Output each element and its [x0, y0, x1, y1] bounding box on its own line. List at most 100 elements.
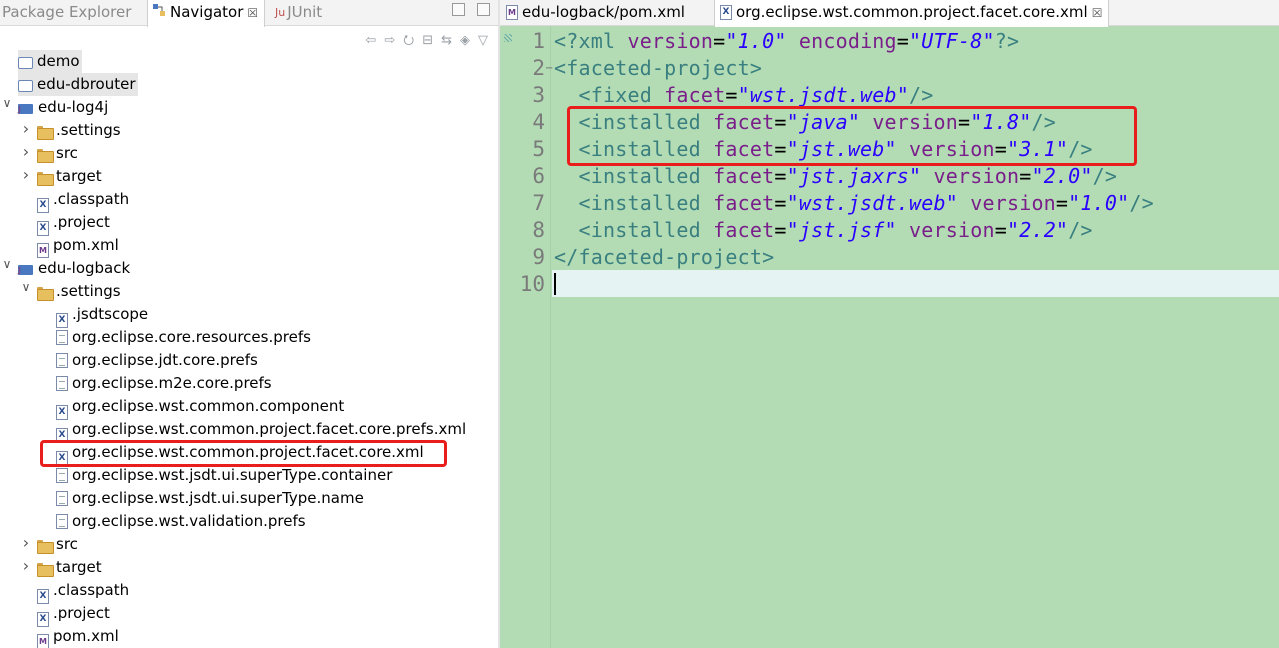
code-token: =: [1055, 191, 1069, 215]
tree-item-label: demo: [37, 52, 80, 70]
tree-item[interactable]: edu-logback: [18, 257, 130, 282]
tree-item-label: .jsdtscope: [72, 305, 149, 323]
maximize-view-icon[interactable]: [477, 3, 490, 16]
code-token: "jst.jaxrs": [786, 164, 922, 188]
filters-icon[interactable]: ◈: [460, 32, 470, 50]
maven-file-icon: M: [37, 243, 49, 258]
closed-project-icon: [18, 80, 33, 92]
tree-item[interactable]: X .project: [37, 602, 110, 627]
code-token: "wst.jsdt.web": [786, 191, 958, 215]
folder-icon: [37, 172, 54, 186]
code-token: <installed: [578, 164, 714, 188]
tree-item[interactable]: .settings: [37, 119, 121, 142]
tree-item[interactable]: Xorg.eclipse.wst.common.component: [56, 395, 345, 420]
collapsed-arrow-icon[interactable]: ›: [21, 165, 31, 188]
view-menu-icon[interactable]: ▽: [478, 32, 488, 50]
tree-item[interactable]: src: [37, 142, 78, 165]
link-with-editor-icon[interactable]: ⇆: [441, 32, 452, 50]
line-number: 4: [532, 110, 545, 134]
collapsed-arrow-icon[interactable]: ›: [21, 142, 31, 165]
code-line: <faceted-project>: [554, 55, 762, 82]
code-token: "UTF-8": [909, 29, 995, 53]
code-token: facet: [664, 83, 726, 107]
tab-package-explorer[interactable]: Package Explorer: [0, 0, 131, 26]
forward-icon[interactable]: ⇨: [384, 32, 395, 50]
tree-item[interactable]: target: [37, 165, 102, 188]
collapse-all-icon[interactable]: ⊟: [422, 32, 433, 50]
tree-item[interactable]: target: [37, 556, 102, 579]
tree-item[interactable]: org.eclipse.wst.jsdt.ui.superType.name: [56, 487, 364, 510]
line-number: 9: [532, 245, 545, 269]
code-token: />: [1129, 191, 1154, 215]
text-file-icon: [56, 376, 68, 391]
tree-item-label: .project: [53, 604, 110, 622]
tree-item[interactable]: src: [37, 533, 78, 556]
expanded-arrow-icon[interactable]: ∨: [2, 257, 12, 280]
tree-item[interactable]: org.eclipse.wst.validation.prefs: [56, 510, 306, 533]
tree-item-label: org.eclipse.wst.jsdt.ui.superType.name: [72, 489, 364, 507]
tree-item[interactable]: X .classpath: [37, 579, 129, 604]
tree-item-label: org.eclipse.core.resources.prefs: [72, 328, 311, 346]
collapsed-arrow-icon[interactable]: ›: [21, 533, 31, 556]
expanded-arrow-icon[interactable]: ∨: [2, 96, 12, 119]
maven-project-icon: [18, 98, 34, 121]
tree-item[interactable]: X .project: [37, 211, 110, 236]
collapsed-arrow-icon[interactable]: ›: [21, 119, 31, 142]
minimize-view-icon[interactable]: [452, 3, 466, 16]
code-token: </faceted-project>: [554, 245, 775, 269]
tab-junit[interactable]: Ju JUnit: [272, 0, 322, 26]
tree-item[interactable]: org.eclipse.wst.jsdt.ui.superType.contai…: [56, 464, 392, 487]
tree-item-label: .project: [53, 213, 110, 231]
text-file-icon: [56, 491, 68, 506]
tree-item[interactable]: Mpom.xml: [37, 625, 119, 648]
close-tab-icon[interactable]: ☒: [1092, 6, 1103, 20]
close-tab-icon[interactable]: ☒: [247, 6, 258, 20]
line-number: 3: [532, 83, 545, 107]
code-token: "2.2": [1006, 218, 1069, 242]
tree-item[interactable]: demo: [18, 50, 82, 73]
tree-item[interactable]: edu-log4j: [18, 96, 108, 121]
line-number: 5: [532, 137, 545, 161]
tree-item-label: pom.xml: [53, 236, 119, 254]
current-line-highlight: [552, 270, 1279, 297]
junit-icon: Ju: [275, 6, 286, 19]
editor-tab-pom[interactable]: Medu-logback/pom.xml: [506, 0, 693, 26]
tab-navigator[interactable]: Navigator ☒: [147, 0, 266, 27]
collapsed-arrow-icon[interactable]: ›: [21, 556, 31, 579]
tree-item[interactable]: org.eclipse.m2e.core.prefs: [56, 372, 272, 395]
line-number: 7: [532, 191, 545, 215]
tree-item[interactable]: org.eclipse.jdt.core.prefs: [56, 349, 258, 372]
tree-item[interactable]: Xorg.eclipse.wst.common.project.facet.co…: [56, 418, 466, 443]
code-token: />: [909, 83, 934, 107]
tab-label: edu-logback/pom.xml: [522, 3, 685, 21]
tree-item[interactable]: org.eclipse.core.resources.prefs: [56, 326, 311, 349]
editor-tab-facet-core-xml[interactable]: Xorg.eclipse.wst.common.project.facet.co…: [714, 0, 1110, 27]
code-token: =: [774, 218, 787, 242]
tree-item[interactable]: X .classpath: [37, 188, 129, 213]
tree-item[interactable]: X .jsdtscope: [56, 303, 149, 328]
back-icon[interactable]: ⇦: [365, 32, 376, 50]
tree-item[interactable]: .settings: [37, 280, 121, 303]
code-token: version: [933, 164, 1020, 188]
code-token: <fixed: [578, 83, 665, 107]
code-token: encoding: [798, 29, 897, 53]
code-token: =: [994, 218, 1007, 242]
line-number: 1: [532, 29, 545, 53]
tree-item[interactable]: edu-dbrouter: [18, 73, 138, 96]
maven-file-icon: M: [506, 5, 518, 20]
tree-item[interactable]: Mpom.xml: [37, 234, 119, 258]
up-icon[interactable]: ⭮: [403, 32, 414, 50]
code-token: version: [909, 218, 995, 242]
line-number: 6: [532, 164, 545, 188]
tab-label: JUnit: [287, 3, 323, 21]
expanded-arrow-icon[interactable]: ∨: [21, 280, 31, 303]
code-token: <faceted-project>: [554, 56, 763, 80]
code-token: =: [725, 83, 738, 107]
tree-item-label: src: [56, 144, 78, 162]
folder-icon: [37, 126, 54, 140]
tree-item-label: org.eclipse.wst.common.component: [72, 397, 345, 415]
closed-project-icon: [18, 57, 33, 69]
